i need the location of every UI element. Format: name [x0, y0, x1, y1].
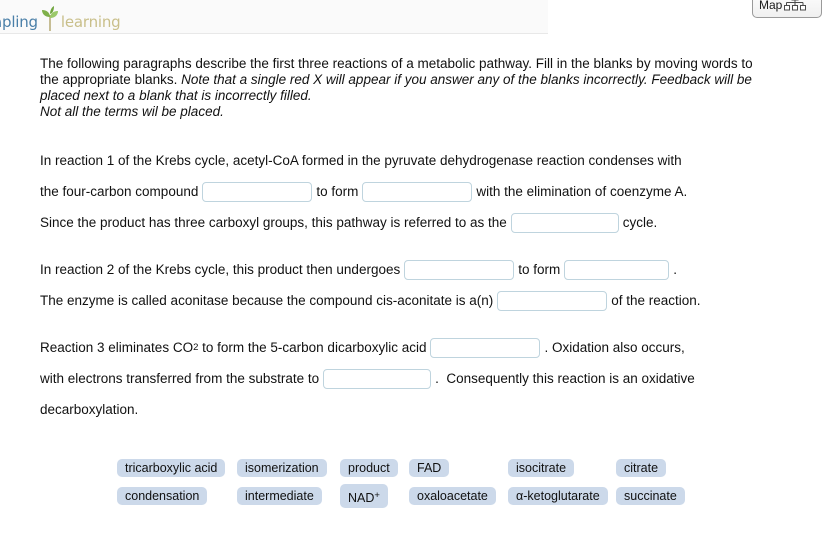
- paragraph-line: decarboxylation.: [40, 394, 800, 425]
- word-tile[interactable]: oxaloacetate: [409, 487, 496, 505]
- sprout-icon: [37, 6, 63, 32]
- text-segment: to form: [316, 184, 359, 199]
- text-segment: In reaction 2 of the Krebs cycle, this p…: [40, 262, 401, 277]
- word-bank: tricarboxylic acid isomerization product FA…: [117, 459, 717, 515]
- sapling-learning-logo: apling learning: [0, 6, 121, 32]
- text-segment: Since the product has three carboxyl gro…: [40, 215, 507, 230]
- word-tile[interactable]: isomerization: [237, 459, 327, 477]
- text-segment: cycle.: [622, 215, 658, 230]
- text-segment: with the elimination of coenzyme A.: [476, 184, 688, 199]
- paragraph-line: the four-carbon compound to form with the …: [40, 176, 800, 207]
- text-segment: to form: [518, 262, 561, 277]
- word-tile[interactable]: NAD+: [340, 484, 388, 508]
- header-bar: apling learning: [0, 0, 548, 34]
- text-segment: . Consequently this reaction is an oxida…: [435, 371, 695, 386]
- paragraph-line: In reaction 2 of the Krebs cycle, this p…: [40, 254, 800, 285]
- word-tile-label: intermediate: [245, 489, 314, 503]
- map-button-label: Map: [759, 0, 783, 12]
- text-segment: with electrons transferred from the subs…: [40, 371, 320, 386]
- word-tile-label: condensation: [125, 489, 200, 503]
- blank-3[interactable]: [510, 212, 619, 233]
- word-tile[interactable]: tricarboxylic acid: [117, 459, 226, 477]
- text-segment: The enzyme is called aconitase because t…: [40, 293, 494, 308]
- word-tile[interactable]: succinate: [616, 487, 685, 505]
- word-tile-label: product: [348, 461, 390, 475]
- word-tile-label: α-ketoglutarate: [516, 489, 600, 503]
- paragraph-list: In reaction 1 of the Krebs cycle, acetyl…: [40, 145, 800, 425]
- instructions-block: The following paragraphs describe the fi…: [40, 56, 755, 120]
- word-tile-label: tricarboxylic acid: [125, 461, 218, 475]
- paragraph-line: In reaction 1 of the Krebs cycle, acetyl…: [40, 145, 800, 176]
- paragraph-reaction-2: In reaction 2 of the Krebs cycle, this p…: [40, 254, 800, 316]
- superscript: +: [374, 490, 380, 501]
- text-segment: to form the 5-carbon dicarboxylic acid: [198, 340, 427, 355]
- sitemap-icon: [784, 0, 807, 16]
- paragraph-line: Since the product has three carboxyl gro…: [40, 207, 800, 238]
- word-tile[interactable]: isocitrate: [508, 459, 575, 477]
- text-segment: decarboxylation.: [40, 402, 139, 417]
- paragraph-line: with electrons transferred from the subs…: [40, 363, 800, 394]
- paragraph-reaction-3: Reaction 3 eliminates CO 2 to form the 5-…: [40, 332, 800, 425]
- instructions-line-2-italic: Not all the terms wil be placed.: [40, 104, 224, 119]
- blank-4[interactable]: [404, 259, 515, 280]
- blank-8[interactable]: [323, 368, 432, 389]
- text-segment: of the reaction.: [611, 293, 701, 308]
- text-segment: the four-carbon compound: [40, 184, 199, 199]
- word-tile-label: succinate: [624, 489, 677, 503]
- paragraph-reaction-1: In reaction 1 of the Krebs cycle, acetyl…: [40, 145, 800, 238]
- text-segment: Reaction 3 eliminates CO: [40, 340, 194, 355]
- word-bank-row-2: condensation intermediate NAD+ oxaloacetate…: [117, 484, 717, 515]
- word-tile-label: NAD: [348, 491, 375, 505]
- text-segment: . Oxidation also occurs,: [544, 340, 685, 355]
- text-segment: In reaction 1 of the Krebs cycle, acetyl…: [40, 153, 682, 168]
- blank-7[interactable]: [430, 337, 541, 358]
- logo-text-sapling: apling: [0, 13, 38, 31]
- word-tile-label: citrate: [624, 461, 659, 475]
- blank-1[interactable]: [202, 181, 313, 202]
- exercise-content: The following paragraphs describe the fi…: [40, 56, 800, 425]
- blank-2[interactable]: [362, 181, 473, 202]
- word-tile-label: isomerization: [245, 461, 319, 475]
- paragraph-line: Reaction 3 eliminates CO 2 to form the 5-…: [40, 332, 800, 363]
- word-tile[interactable]: intermediate: [237, 487, 322, 505]
- word-tile-label: isocitrate: [516, 461, 567, 475]
- word-tile[interactable]: citrate: [616, 459, 667, 477]
- logo-text-learning: learning: [60, 13, 121, 31]
- blank-5[interactable]: [564, 259, 670, 280]
- word-tile[interactable]: α-ketoglutarate: [508, 487, 608, 505]
- blank-6[interactable]: [497, 290, 608, 311]
- word-bank-row-1: tricarboxylic acid isomerization product FA…: [117, 459, 717, 487]
- map-button[interactable]: Map: [752, 0, 822, 18]
- text-segment: .: [673, 262, 677, 277]
- word-tile-label: FAD: [417, 461, 442, 475]
- word-tile-label: oxaloacetate: [417, 489, 488, 503]
- word-tile[interactable]: FAD: [409, 459, 450, 477]
- word-tile[interactable]: condensation: [117, 487, 208, 505]
- word-tile[interactable]: product: [340, 459, 398, 477]
- paragraph-line: The enzyme is called aconitase because t…: [40, 285, 800, 316]
